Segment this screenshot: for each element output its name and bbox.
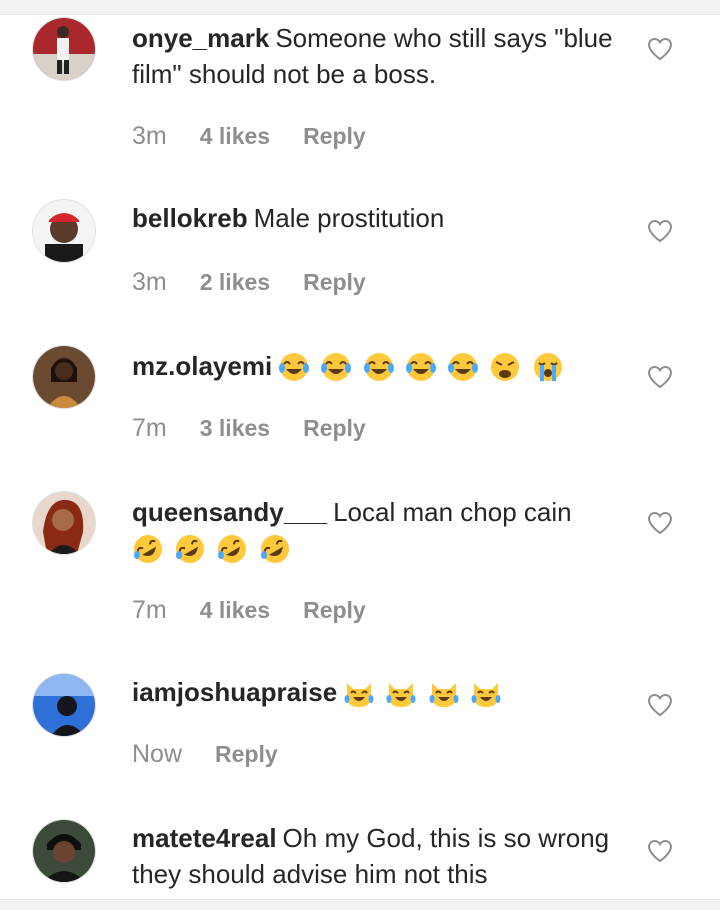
comment-username[interactable]: onye_mark bbox=[132, 23, 269, 53]
tears-of-joy-emoji-icon bbox=[405, 353, 436, 382]
comment-message: Local man chop cain bbox=[333, 497, 572, 527]
comment-text: iamjoshuapraise bbox=[132, 674, 622, 712]
avatar[interactable] bbox=[33, 200, 95, 262]
comment-likes[interactable]: 4 likes bbox=[200, 597, 270, 624]
heart-outline-icon[interactable] bbox=[647, 693, 673, 717]
comment-time: Now bbox=[132, 740, 183, 768]
cat-tears-of-joy-emoji-icon bbox=[344, 683, 374, 708]
heart-outline-icon[interactable] bbox=[647, 37, 673, 61]
comment-text: onye_mark Someone who still says "blue fi… bbox=[132, 20, 622, 92]
rolling-on-floor-laughing-emoji-icon bbox=[134, 535, 162, 564]
bottom-bar-edge bbox=[0, 899, 720, 910]
comment-username[interactable]: matete4real bbox=[132, 823, 277, 853]
comment-username[interactable]: bellokreb bbox=[132, 203, 248, 233]
comment-meta: 3m 4 likes Reply bbox=[132, 122, 366, 151]
rolling-on-floor-laughing-emoji-icon bbox=[260, 535, 289, 564]
comment-text: bellokreb Male prostitution bbox=[132, 200, 622, 236]
comment-meta: Now Reply bbox=[132, 740, 278, 769]
comment-likes[interactable]: 4 likes bbox=[200, 123, 270, 150]
reply-button[interactable]: Reply bbox=[215, 741, 278, 768]
cat-tears-of-joy-emoji-icon bbox=[429, 683, 459, 708]
avatar[interactable] bbox=[33, 346, 95, 408]
comment-username[interactable]: queensandy___ bbox=[132, 497, 327, 527]
avatar[interactable] bbox=[33, 492, 95, 554]
tears-of-joy-emoji-icon bbox=[279, 353, 310, 382]
weary-face-emoji-icon bbox=[491, 353, 520, 382]
tears-of-joy-emoji-icon bbox=[321, 353, 352, 382]
avatar[interactable] bbox=[33, 820, 95, 882]
heart-outline-icon[interactable] bbox=[647, 219, 673, 243]
avatar[interactable] bbox=[33, 18, 95, 80]
loudly-crying-face-emoji-icon bbox=[533, 353, 562, 382]
comment-likes[interactable]: 3 likes bbox=[200, 415, 270, 442]
emoji-row bbox=[132, 532, 294, 568]
comment-meta: 3m 2 likes Reply bbox=[132, 268, 366, 297]
status-bar-edge bbox=[0, 0, 720, 15]
emoji-row bbox=[278, 350, 566, 386]
comment-text: matete4real Oh my God, this is so wrong t… bbox=[132, 820, 622, 892]
reply-button[interactable]: Reply bbox=[303, 597, 366, 624]
comment-message: Male prostitution bbox=[253, 203, 445, 233]
emoji-row bbox=[343, 676, 505, 712]
comment-username[interactable]: mz.olayemi bbox=[132, 351, 272, 381]
tears-of-joy-emoji-icon bbox=[448, 353, 479, 382]
reply-button[interactable]: Reply bbox=[303, 123, 366, 150]
comment-time: 7m bbox=[132, 596, 167, 624]
heart-outline-icon[interactable] bbox=[647, 511, 673, 535]
comment-text: queensandy___ Local man chop cain bbox=[132, 494, 622, 568]
rolling-on-floor-laughing-emoji-icon bbox=[218, 535, 247, 564]
comment-time: 3m bbox=[132, 122, 167, 150]
rolling-on-floor-laughing-emoji-icon bbox=[176, 535, 205, 564]
heart-outline-icon[interactable] bbox=[647, 365, 673, 389]
avatar[interactable] bbox=[33, 674, 95, 736]
comment-time: 7m bbox=[132, 414, 167, 442]
comment-time: 3m bbox=[132, 268, 167, 296]
reply-button[interactable]: Reply bbox=[303, 269, 366, 296]
comment-likes[interactable]: 2 likes bbox=[200, 269, 270, 296]
comment-username[interactable]: iamjoshuapraise bbox=[132, 677, 337, 707]
reply-button[interactable]: Reply bbox=[303, 415, 366, 442]
comment-meta: 7m 3 likes Reply bbox=[132, 414, 366, 443]
comment-meta: 7m 4 likes Reply bbox=[132, 596, 366, 625]
cat-tears-of-joy-emoji-icon bbox=[386, 683, 416, 708]
cat-tears-of-joy-emoji-icon bbox=[471, 683, 501, 708]
tears-of-joy-emoji-icon bbox=[363, 353, 394, 382]
comment-text: mz.olayemi bbox=[132, 348, 622, 386]
heart-outline-icon[interactable] bbox=[647, 839, 673, 863]
